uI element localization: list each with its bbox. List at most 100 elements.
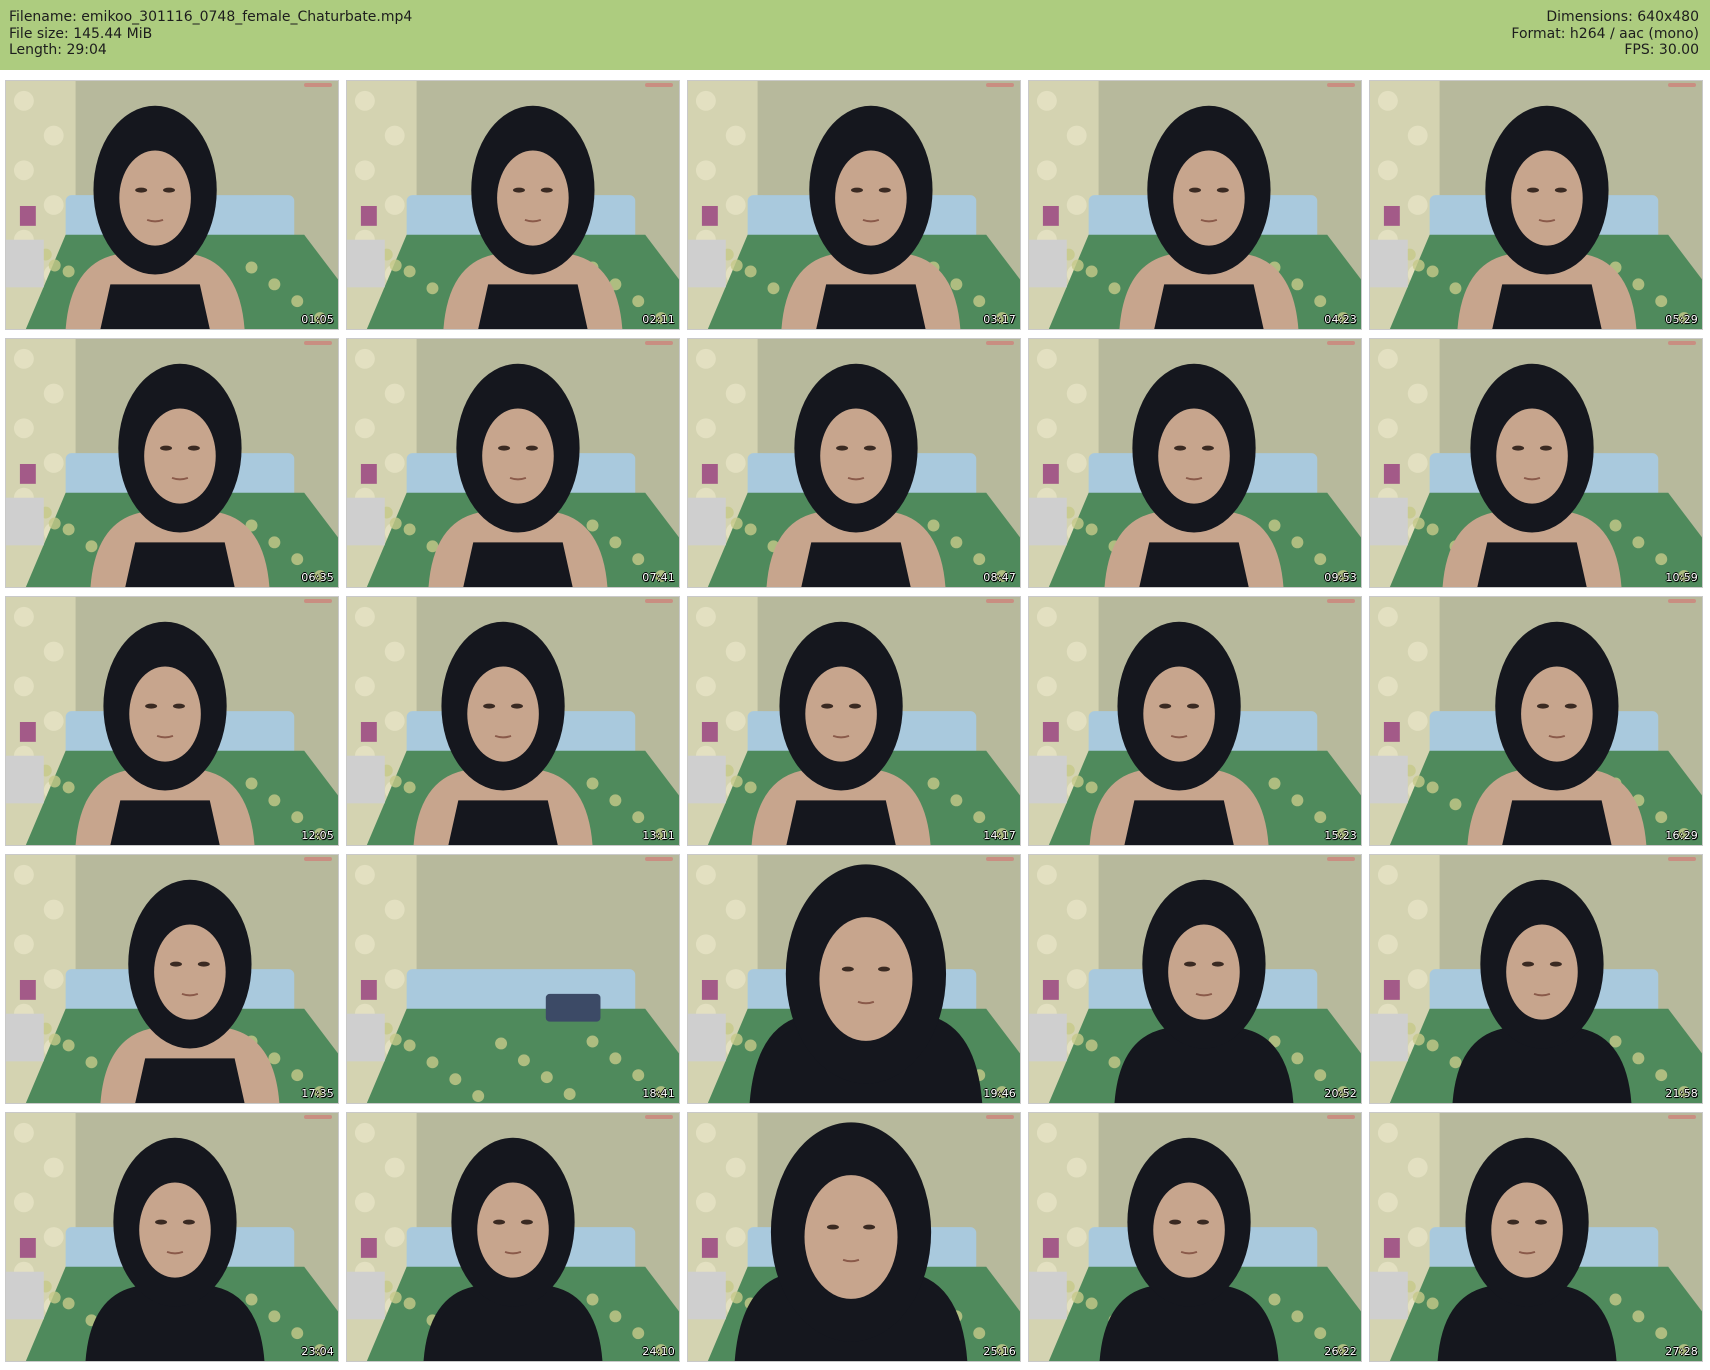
timestamp: 21:58	[1665, 1087, 1698, 1100]
watermark	[645, 599, 673, 603]
scene-image	[6, 597, 338, 845]
thumbnail[interactable]: 16:29	[1369, 596, 1703, 846]
scene-image	[347, 81, 679, 329]
scene-image	[1370, 339, 1702, 587]
scene-image	[347, 597, 679, 845]
format-text: Format: h264 / aac (mono)	[1511, 25, 1699, 42]
watermark	[986, 599, 1014, 603]
timestamp: 23:04	[301, 1345, 334, 1358]
timestamp: 01:05	[301, 313, 334, 326]
timestamp: 12:05	[301, 829, 334, 842]
scene-image	[6, 339, 338, 587]
watermark	[986, 341, 1014, 345]
watermark	[304, 83, 332, 87]
thumbnail[interactable]: 18:41	[346, 854, 680, 1104]
scene-image	[688, 855, 1020, 1103]
thumbnail[interactable]: 12:05	[5, 596, 339, 846]
thumbnail[interactable]: 26:22	[1028, 1112, 1362, 1362]
thumbnail[interactable]: 06:35	[5, 338, 339, 588]
watermark	[304, 857, 332, 861]
thumbnail[interactable]: 05:29	[1369, 80, 1703, 330]
watermark	[1327, 1115, 1355, 1119]
fps-text: FPS: 30.00	[1624, 42, 1699, 58]
timestamp: 16:29	[1665, 829, 1698, 842]
watermark	[645, 83, 673, 87]
thumbnail[interactable]: 17:35	[5, 854, 339, 1104]
watermark	[986, 857, 1014, 861]
length-text: Length: 29:04	[9, 42, 107, 58]
timestamp: 14:17	[983, 829, 1016, 842]
thumbnail[interactable]: 13:11	[346, 596, 680, 846]
thumbnail[interactable]: 02:11	[346, 80, 680, 330]
timestamp: 07:41	[642, 571, 675, 584]
thumbnail[interactable]: 27:28	[1369, 1112, 1703, 1362]
watermark	[304, 1115, 332, 1119]
thumbnail[interactable]: 21:58	[1369, 854, 1703, 1104]
timestamp: 05:29	[1665, 313, 1698, 326]
timestamp: 20:52	[1324, 1087, 1357, 1100]
thumbnail-grid: 01:05 02:11 03:17 04:23 05:29 06:35 07:4…	[5, 80, 1703, 1362]
scene-image	[1370, 597, 1702, 845]
scene-image	[1370, 81, 1702, 329]
watermark	[304, 341, 332, 345]
timestamp: 03:17	[983, 313, 1016, 326]
watermark	[1327, 857, 1355, 861]
scene-image	[1029, 81, 1361, 329]
scene-image	[1029, 855, 1361, 1103]
scene-image	[1370, 855, 1702, 1103]
timestamp: 19:46	[983, 1087, 1016, 1100]
thumbnail[interactable]: 10:59	[1369, 338, 1703, 588]
watermark	[1668, 599, 1696, 603]
watermark	[1327, 83, 1355, 87]
thumbnail[interactable]: 19:46	[687, 854, 1021, 1104]
scene-image	[688, 339, 1020, 587]
scene-image	[1370, 1113, 1702, 1361]
filename-text: Filename: emikoo_301116_0748_female_Chat…	[9, 9, 413, 25]
timestamp: 09:53	[1324, 571, 1357, 584]
timestamp: 18:41	[642, 1087, 675, 1100]
thumbnail[interactable]: 25:16	[687, 1112, 1021, 1362]
watermark	[986, 1115, 1014, 1119]
scene-image	[1029, 597, 1361, 845]
watermark	[1668, 1115, 1696, 1119]
thumbnail[interactable]: 20:52	[1028, 854, 1362, 1104]
timestamp: 04:23	[1324, 313, 1357, 326]
thumbnail[interactable]: 04:23	[1028, 80, 1362, 330]
thumbnail[interactable]: 23:04	[5, 1112, 339, 1362]
watermark	[645, 857, 673, 861]
scene-image	[6, 1113, 338, 1361]
watermark	[645, 341, 673, 345]
scene-image	[6, 855, 338, 1103]
timestamp: 02:11	[642, 313, 675, 326]
thumbnail[interactable]: 07:41	[346, 338, 680, 588]
scene-image	[6, 81, 338, 329]
timestamp: 10:59	[1665, 571, 1698, 584]
timestamp: 13:11	[642, 829, 675, 842]
scene-image	[688, 81, 1020, 329]
file-info: Filename: emikoo_301116_0748_female_Chat…	[9, 9, 412, 59]
filesize-text: File size: 145.44 MiB	[9, 25, 153, 42]
thumbnail[interactable]: 03:17	[687, 80, 1021, 330]
timestamp: 25:16	[983, 1345, 1016, 1358]
scene-image	[347, 1113, 679, 1361]
watermark	[645, 1115, 673, 1119]
watermark	[986, 83, 1014, 87]
scene-image	[1029, 339, 1361, 587]
watermark	[1327, 341, 1355, 345]
thumbnail[interactable]: 08:47	[687, 338, 1021, 588]
thumbnail[interactable]: 24:10	[346, 1112, 680, 1362]
timestamp: 24:10	[642, 1345, 675, 1358]
scene-image	[1029, 1113, 1361, 1361]
scene-image	[347, 855, 679, 1103]
timestamp: 08:47	[983, 571, 1016, 584]
dimensions-text: Dimensions: 640x480	[1546, 9, 1699, 25]
thumbnail[interactable]: 15:23	[1028, 596, 1362, 846]
watermark	[1327, 599, 1355, 603]
timestamp: 26:22	[1324, 1345, 1357, 1358]
timestamp: 17:35	[301, 1087, 334, 1100]
thumbnail[interactable]: 14:17	[687, 596, 1021, 846]
thumbnail[interactable]: 09:53	[1028, 338, 1362, 588]
thumbnail[interactable]: 01:05	[5, 80, 339, 330]
scene-image	[688, 1113, 1020, 1361]
video-info: Dimensions: 640x480 Format: h264 / aac (…	[1511, 9, 1699, 59]
